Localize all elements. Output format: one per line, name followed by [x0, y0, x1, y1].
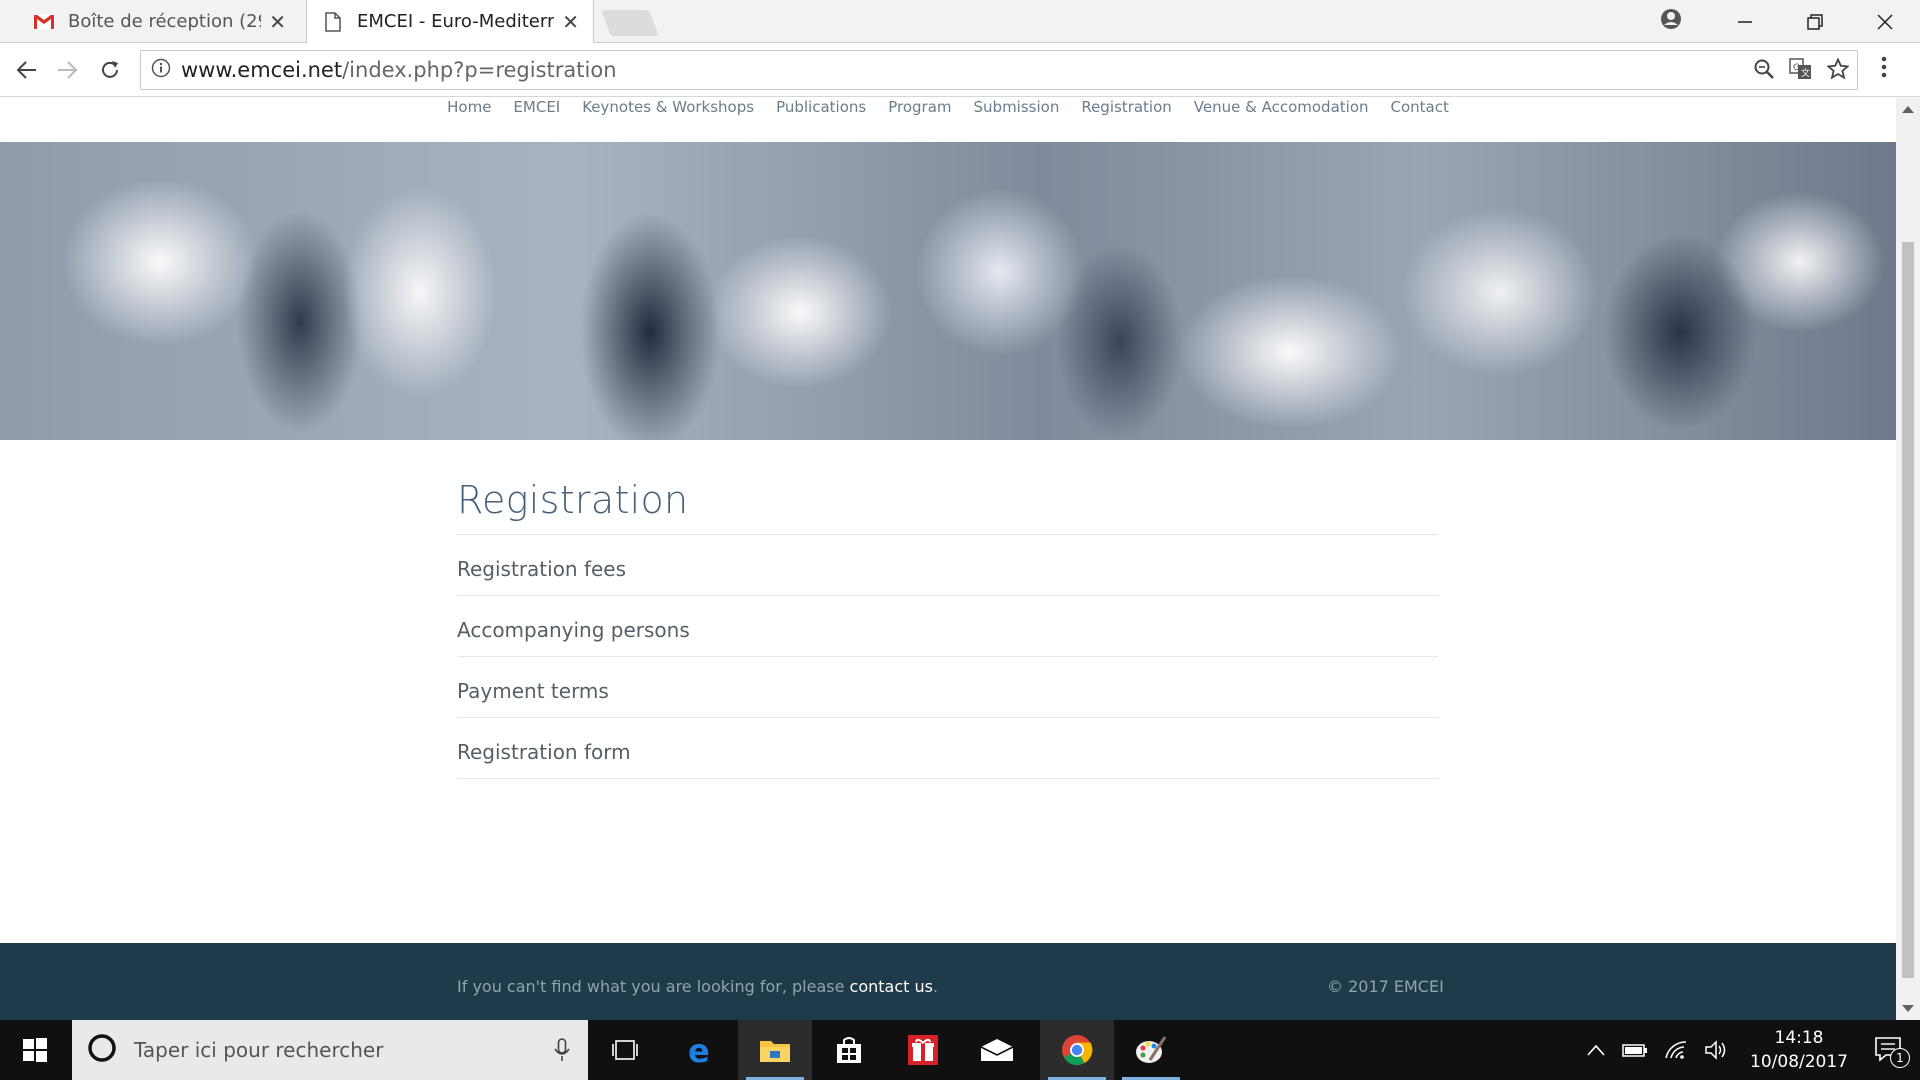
nav-submission[interactable]: Submission [974, 98, 1060, 142]
tab-gmail[interactable]: Boîte de réception (298) ✕ [18, 0, 300, 43]
section-registration-form[interactable]: Registration form [457, 718, 1438, 779]
reload-button[interactable] [93, 53, 127, 87]
profile-icon[interactable] [1660, 8, 1682, 34]
hero-banner-image [0, 142, 1896, 440]
taskbar-clock[interactable]: 14:18 10/08/2017 [1750, 1026, 1848, 1074]
contact-us-link[interactable]: contact us [850, 977, 933, 996]
wifi-icon[interactable] [1664, 1040, 1688, 1060]
chevron-up-icon[interactable] [1586, 1043, 1606, 1057]
main-content: Registration Registration fees Accompany… [457, 478, 1438, 779]
scroll-thumb[interactable] [1902, 242, 1914, 978]
nav-publications[interactable]: Publications [776, 98, 866, 142]
svg-text:e: e [688, 1035, 710, 1065]
cortana-icon [86, 1032, 118, 1069]
section-registration-fees[interactable]: Registration fees [457, 535, 1438, 596]
microphone-icon[interactable] [554, 1038, 570, 1067]
close-window-button[interactable] [1850, 0, 1920, 43]
paint-icon[interactable] [1114, 1020, 1188, 1080]
footer-text-prefix: If you can't find what you are looking f… [457, 977, 850, 996]
close-icon[interactable]: ✕ [562, 10, 579, 34]
clock-date: 10/08/2017 [1750, 1052, 1848, 1072]
restore-button[interactable] [1780, 0, 1850, 43]
page-viewport: Home EMCEI Keynotes & Workshops Publicat… [0, 98, 1896, 1020]
address-bar[interactable]: www.emcei.net/index.php?p=registration G… [140, 50, 1858, 90]
tab-emcei[interactable]: EMCEI - Euro-Mediterran ✕ [306, 0, 594, 43]
windows-start-icon[interactable] [0, 1020, 70, 1080]
url-domain: www.emcei.net [181, 58, 343, 82]
nav-keynotes-workshops[interactable]: Keynotes & Workshops [582, 98, 754, 142]
bookmark-star-icon[interactable] [1826, 57, 1850, 84]
footer-text-suffix: . [932, 977, 939, 996]
svg-text:G: G [1793, 63, 1800, 73]
copyright: © 2017 EMCEI [1327, 977, 1444, 996]
nav-venue-accomodation[interactable]: Venue & Accomodation [1194, 98, 1369, 142]
chrome-icon[interactable] [1040, 1020, 1114, 1080]
site-footer: If you can't find what you are looking f… [0, 943, 1896, 1020]
taskbar-search-box[interactable]: Taper ici pour rechercher [72, 1020, 588, 1080]
nav-emcei[interactable]: EMCEI [513, 98, 560, 142]
notification-center-icon[interactable]: 1 [1874, 1036, 1910, 1068]
close-icon[interactable]: ✕ [269, 10, 286, 34]
gmail-icon [32, 10, 56, 34]
volume-icon[interactable] [1704, 1040, 1728, 1060]
info-icon[interactable] [151, 58, 171, 82]
footer-help-text: If you can't find what you are looking f… [457, 977, 938, 996]
gift-app-icon[interactable] [886, 1020, 960, 1080]
mail-icon[interactable] [960, 1020, 1034, 1080]
tab-strip: Boîte de réception (298) ✕ EMCEI - Euro-… [0, 0, 1920, 43]
store-icon[interactable] [812, 1020, 886, 1080]
svg-text:文: 文 [1801, 67, 1810, 79]
page-title: Registration [457, 478, 1438, 535]
back-button[interactable] [10, 53, 44, 87]
battery-icon[interactable] [1622, 1041, 1648, 1059]
new-tab-button[interactable] [601, 10, 659, 36]
site-navigation: Home EMCEI Keynotes & Workshops Publicat… [0, 98, 1896, 142]
page-scrollbar[interactable] [1896, 98, 1920, 1020]
tab-title: Boîte de réception (298) [68, 11, 261, 32]
menu-dots-icon[interactable] [1880, 55, 1888, 83]
nav-program[interactable]: Program [888, 98, 951, 142]
nav-contact[interactable]: Contact [1391, 98, 1449, 142]
scroll-up-arrow[interactable] [1902, 106, 1914, 113]
browser-toolbar: www.emcei.net/index.php?p=registration G… [0, 43, 1920, 97]
nav-home[interactable]: Home [447, 98, 491, 142]
section-accompanying-persons[interactable]: Accompanying persons [457, 596, 1438, 657]
system-tray: 14:18 10/08/2017 1 [1578, 1020, 1920, 1080]
url-path: /index.php?p=registration [342, 58, 617, 82]
section-payment-terms[interactable]: Payment terms [457, 657, 1438, 718]
search-placeholder: Taper ici pour rechercher [134, 1038, 384, 1062]
notification-count-badge: 1 [1890, 1048, 1910, 1068]
forward-button[interactable] [50, 53, 84, 87]
tab-title: EMCEI - Euro-Mediterran [357, 11, 555, 32]
url-text: www.emcei.net/index.php?p=registration [181, 58, 617, 82]
minimize-button[interactable] [1710, 0, 1780, 43]
windows-taskbar: Taper ici pour rechercher e 14:18 10/08/… [0, 1020, 1920, 1080]
clock-time: 14:18 [1774, 1028, 1824, 1048]
task-view-icon[interactable] [588, 1020, 662, 1080]
document-icon [321, 10, 345, 34]
zoom-icon[interactable] [1753, 58, 1775, 84]
translate-icon[interactable]: G文 [1789, 58, 1813, 84]
edge-browser-icon[interactable]: e [664, 1020, 738, 1080]
file-explorer-icon[interactable] [738, 1020, 812, 1080]
scroll-down-arrow[interactable] [1902, 1005, 1914, 1012]
nav-registration[interactable]: Registration [1081, 98, 1171, 142]
